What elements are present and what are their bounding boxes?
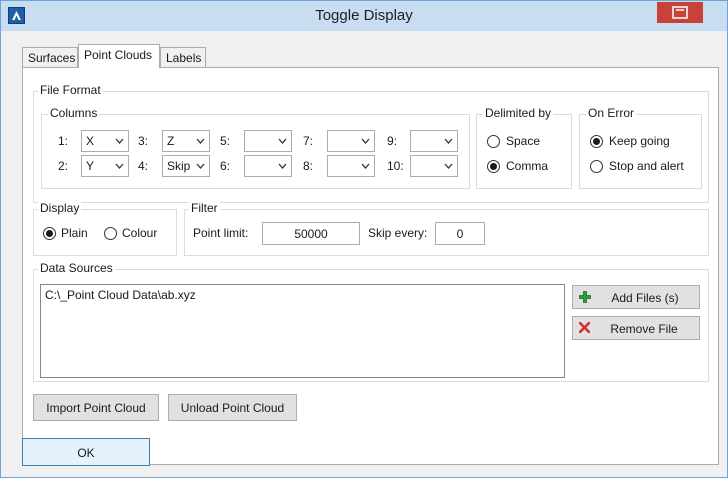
delimiter-space-label[interactable]: Space bbox=[506, 134, 540, 148]
on-error-keep-going-radio[interactable] bbox=[590, 135, 603, 148]
close-button[interactable] bbox=[657, 2, 703, 23]
delimiter-space-radio[interactable] bbox=[487, 135, 500, 148]
chevron-down-icon bbox=[278, 138, 287, 144]
column-4-value: Skip bbox=[167, 159, 191, 173]
file-format-group: File Format Columns 1: X 2: Y 3: Z 4: Sk… bbox=[33, 83, 709, 203]
add-files-label: Add Files (s) bbox=[611, 291, 679, 305]
chevron-down-icon bbox=[361, 163, 370, 169]
ok-button[interactable]: OK bbox=[22, 438, 150, 466]
column-2-select[interactable]: Y bbox=[81, 155, 129, 177]
skip-every-input[interactable]: 0 bbox=[435, 222, 485, 245]
display-plain-label[interactable]: Plain bbox=[61, 226, 88, 240]
delimited-by-group: Delimited by Space Comma bbox=[476, 106, 572, 189]
dialog-client-area: Surfaces Point Clouds Labels File Format… bbox=[9, 31, 719, 471]
column-3-value: Z bbox=[167, 134, 175, 148]
column-9-select[interactable] bbox=[410, 130, 458, 152]
data-sources-title: Data Sources bbox=[38, 261, 115, 275]
tab-surfaces[interactable]: Surfaces bbox=[22, 47, 78, 68]
column-3-label: 3: bbox=[138, 134, 149, 148]
skip-every-label: Skip every: bbox=[368, 226, 428, 240]
column-7-label: 7: bbox=[303, 134, 314, 148]
columns-title: Columns bbox=[48, 106, 100, 120]
column-5-label: 5: bbox=[220, 134, 231, 148]
column-7-select[interactable] bbox=[327, 130, 375, 152]
column-1-label: 1: bbox=[58, 134, 69, 148]
columns-group: Columns 1: X 2: Y 3: Z 4: Skip 5: 6: 7: … bbox=[41, 106, 470, 189]
tab-label: Point Clouds bbox=[84, 48, 153, 62]
filter-title: Filter bbox=[189, 201, 220, 215]
point-limit-label: Point limit: bbox=[193, 226, 249, 240]
chevron-down-icon bbox=[278, 163, 287, 169]
column-10-label: 10: bbox=[387, 159, 404, 173]
delimiter-comma-radio[interactable] bbox=[487, 160, 500, 173]
column-4-label: 4: bbox=[138, 159, 149, 173]
chevron-down-icon bbox=[196, 163, 205, 169]
chevron-down-icon bbox=[444, 163, 453, 169]
plus-icon bbox=[579, 291, 591, 303]
tab-point-clouds[interactable]: Point Clouds bbox=[78, 44, 160, 68]
column-8-select[interactable] bbox=[327, 155, 375, 177]
display-plain-radio[interactable] bbox=[43, 227, 56, 240]
tab-labels[interactable]: Labels bbox=[160, 47, 206, 68]
column-5-select[interactable] bbox=[244, 130, 292, 152]
column-6-label: 6: bbox=[220, 159, 231, 173]
delimited-by-title: Delimited by bbox=[483, 106, 554, 120]
on-error-stop-radio[interactable] bbox=[590, 160, 603, 173]
on-error-keep-going-label[interactable]: Keep going bbox=[609, 134, 670, 148]
tab-label: Surfaces bbox=[28, 51, 76, 65]
column-2-value: Y bbox=[86, 159, 95, 173]
add-files-button[interactable]: Add Files (s) bbox=[572, 285, 700, 309]
file-format-title: File Format bbox=[38, 83, 103, 97]
display-colour-label[interactable]: Colour bbox=[122, 226, 157, 240]
remove-file-button[interactable]: Remove File bbox=[572, 316, 700, 340]
display-title: Display bbox=[38, 201, 82, 215]
remove-file-label: Remove File bbox=[610, 322, 678, 336]
import-point-cloud-button[interactable]: Import Point Cloud bbox=[33, 394, 159, 421]
on-error-stop-label[interactable]: Stop and alert bbox=[609, 159, 684, 173]
chevron-down-icon bbox=[361, 138, 370, 144]
delimiter-comma-label[interactable]: Comma bbox=[506, 159, 548, 173]
red-x-icon bbox=[579, 322, 590, 333]
filter-group: Filter Point limit: 50000 Skip every: 0 bbox=[184, 201, 709, 256]
on-error-title: On Error bbox=[586, 106, 637, 120]
column-8-label: 8: bbox=[303, 159, 314, 173]
radio-selected-dot bbox=[46, 230, 53, 237]
display-group: Display Plain Colour bbox=[33, 201, 177, 256]
radio-selected-dot bbox=[593, 138, 600, 145]
column-9-label: 9: bbox=[387, 134, 398, 148]
point-clouds-panel: File Format Columns 1: X 2: Y 3: Z 4: Sk… bbox=[22, 67, 719, 465]
chevron-down-icon bbox=[196, 138, 205, 144]
close-icon bbox=[672, 6, 688, 19]
list-item[interactable]: C:\_Point Cloud Data\ab.xyz bbox=[45, 288, 196, 302]
column-10-select[interactable] bbox=[410, 155, 458, 177]
column-3-select[interactable]: Z bbox=[162, 130, 210, 152]
tab-label: Labels bbox=[166, 51, 202, 65]
point-limit-input[interactable]: 50000 bbox=[262, 222, 360, 245]
display-colour-radio[interactable] bbox=[104, 227, 117, 240]
column-4-select[interactable]: Skip bbox=[162, 155, 210, 177]
on-error-group: On Error Keep going Stop and alert bbox=[579, 106, 702, 189]
chevron-down-icon bbox=[115, 138, 124, 144]
radio-selected-dot bbox=[490, 163, 497, 170]
dialog-window: Toggle Display Surfaces Point Clouds Lab… bbox=[0, 0, 728, 478]
title-bar[interactable]: Toggle Display bbox=[1, 1, 727, 31]
column-1-select[interactable]: X bbox=[81, 130, 129, 152]
column-6-select[interactable] bbox=[244, 155, 292, 177]
column-1-value: X bbox=[86, 134, 95, 148]
unload-point-cloud-button[interactable]: Unload Point Cloud bbox=[168, 394, 297, 421]
chevron-down-icon bbox=[115, 163, 124, 169]
chevron-down-icon bbox=[444, 138, 453, 144]
data-sources-list[interactable]: C:\_Point Cloud Data\ab.xyz bbox=[40, 284, 565, 378]
column-2-label: 2: bbox=[58, 159, 69, 173]
data-sources-group: Data Sources C:\_Point Cloud Data\ab.xyz… bbox=[33, 261, 709, 382]
window-title: Toggle Display bbox=[315, 7, 413, 24]
